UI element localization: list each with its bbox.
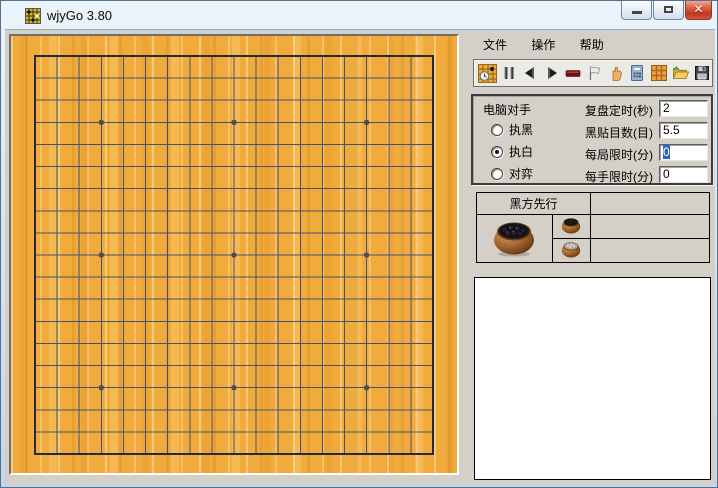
toolbar [473, 59, 713, 87]
menu-operation[interactable]: 操作 [523, 33, 563, 56]
board-grid-icon [650, 64, 668, 82]
white-count-cell [591, 239, 710, 263]
menu-bar: 文件 操作 帮助 [475, 33, 617, 53]
save-file-button[interactable] [692, 62, 712, 84]
radio-play-black-label: 执黑 [509, 121, 533, 138]
radio-play-white[interactable]: 执白 [491, 143, 533, 160]
move-time-limit-value: 0 [663, 167, 670, 181]
move-list-box[interactable] [474, 277, 711, 480]
black-bowl-cell [552, 215, 590, 239]
black-count-cell [591, 215, 710, 239]
stop-icon [564, 64, 582, 82]
hand-button[interactable] [606, 62, 626, 84]
new-game-button[interactable] [477, 62, 497, 84]
title-bar[interactable]: wjyGo 3.80 ✕ [1, 1, 717, 29]
turn-header-empty-cell [591, 193, 710, 215]
app-window: wjyGo 3.80 ✕ 文件 操作 帮助 [0, 0, 718, 488]
replay-timer-value: 2 [663, 101, 670, 115]
game-time-limit-label: 每局限时(分) [585, 146, 653, 163]
client-area: 文件 操作 帮助 [5, 29, 715, 484]
turn-status-header: 黑方先行 [477, 193, 591, 215]
radio-icon [491, 146, 503, 158]
step-back-button[interactable] [520, 62, 540, 84]
flag-icon [585, 64, 603, 82]
radio-icon [491, 168, 503, 180]
komi-value: 5.5 [663, 123, 680, 137]
move-time-limit-input[interactable]: 0 [659, 166, 708, 183]
game-time-limit-value: 0 [663, 145, 670, 159]
radio-human-vs-human[interactable]: 对弈 [491, 165, 533, 182]
go-board-panel[interactable] [9, 34, 459, 475]
close-button[interactable]: ✕ [685, 1, 712, 20]
replay-timer-input[interactable]: 2 [659, 100, 708, 117]
go-board-app-icon [25, 8, 41, 24]
menu-file[interactable]: 文件 [475, 33, 515, 56]
small-bowl-black-stones [560, 215, 582, 235]
settings-panel: 电脑对手 执黑 执白 对弈 复盘定时(秒) 2 黑贴目数(目) [471, 94, 713, 185]
close-icon: ✕ [686, 2, 711, 16]
pass-flag-button[interactable] [584, 62, 604, 84]
hand-icon [607, 64, 625, 82]
new-game-board-icon [478, 64, 497, 83]
control-panel: 文件 操作 帮助 [471, 30, 715, 484]
white-bowl-cell [552, 239, 590, 263]
calculator-icon [628, 64, 646, 82]
maximize-icon [664, 6, 673, 13]
pause-button[interactable] [498, 62, 518, 84]
captured-bowl-cell [477, 215, 553, 263]
board-grid [33, 54, 435, 456]
step-forward-icon [543, 64, 561, 82]
open-file-button[interactable] [670, 62, 690, 84]
count-score-button[interactable] [627, 62, 647, 84]
step-back-icon [521, 64, 539, 82]
game-time-limit-input[interactable]: 0 [659, 144, 708, 161]
radio-icon [491, 124, 503, 136]
window-title: wjyGo 3.80 [47, 8, 112, 23]
menu-help[interactable]: 帮助 [572, 33, 612, 56]
large-bowl-black-stones [490, 216, 538, 258]
radio-play-white-label: 执白 [509, 143, 533, 160]
replay-timer-label: 复盘定时(秒) [585, 102, 653, 119]
radio-human-vs-human-label: 对弈 [509, 165, 533, 182]
board-setup-button[interactable] [649, 62, 669, 84]
pause-icon [500, 64, 518, 82]
komi-input[interactable]: 5.5 [659, 122, 708, 139]
komi-label: 黑贴目数(目) [585, 124, 653, 141]
minimize-icon [632, 11, 642, 14]
small-bowl-white-stones [560, 239, 582, 259]
move-time-limit-label: 每手限时(分) [585, 168, 653, 185]
maximize-button[interactable] [653, 1, 684, 20]
save-disk-icon [693, 64, 711, 82]
minimize-button[interactable] [621, 1, 652, 20]
computer-opponent-label: 电脑对手 [483, 101, 531, 118]
turn-table: 黑方先行 [476, 192, 710, 263]
stop-button[interactable] [563, 62, 583, 84]
open-folder-icon [671, 64, 690, 82]
step-forward-button[interactable] [541, 62, 561, 84]
radio-play-black[interactable]: 执黑 [491, 121, 533, 138]
